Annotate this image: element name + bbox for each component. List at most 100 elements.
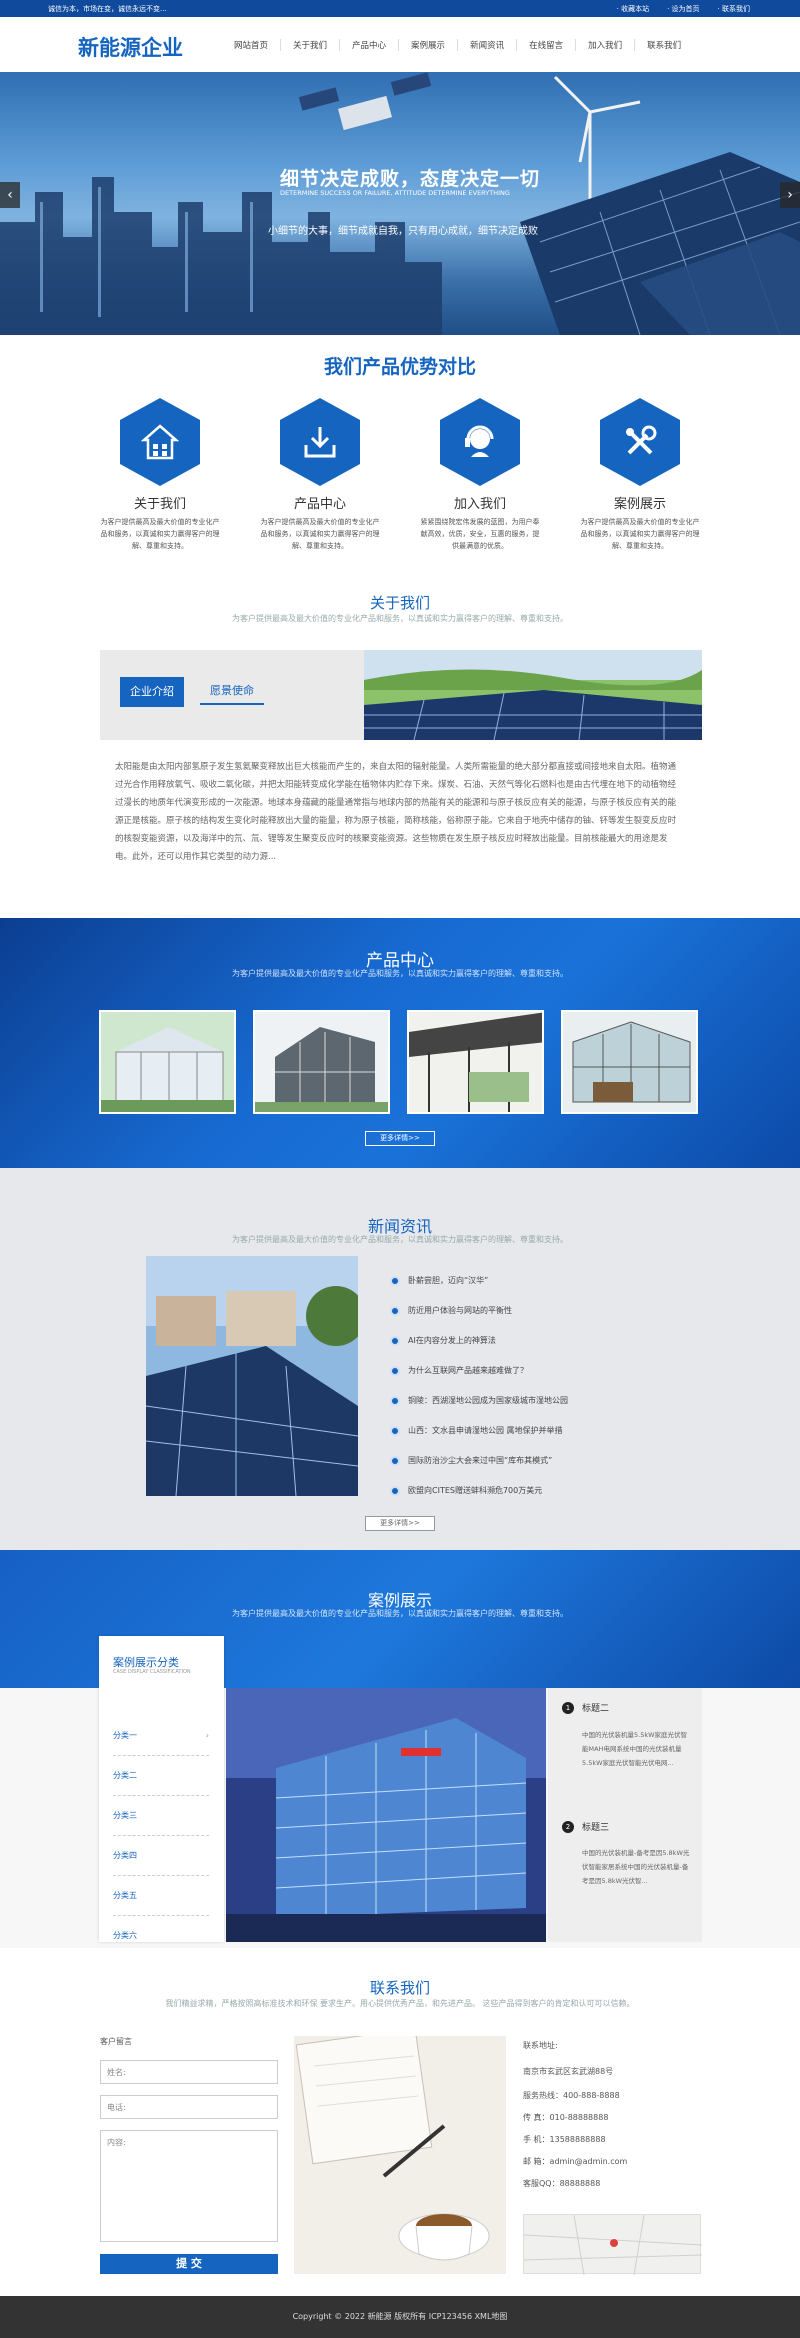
- logo[interactable]: 新能源企业: [78, 32, 183, 62]
- news-item[interactable]: 卧薪尝胆，迈向“汉华”: [390, 1275, 488, 1286]
- product-subtitle: 为客户提供最高及最大价值的专业化产品和服务，以真诚和实力赢得客户的理解、尊重和支…: [232, 969, 568, 978]
- phone-placeholder: 电话:: [107, 2103, 126, 2112]
- nav-contact[interactable]: 联系我们: [634, 39, 693, 51]
- product-image[interactable]: [253, 1010, 390, 1114]
- product-image[interactable]: [561, 1010, 698, 1114]
- bullet-icon: [390, 1275, 400, 1286]
- news-item-title: 山西：文水县申请湿地公园 属地保护并举措: [408, 1426, 563, 1435]
- tab-vision[interactable]: 愿景使命: [200, 677, 264, 705]
- set-homepage-link[interactable]: · 设为首页: [667, 4, 699, 14]
- case-category-item[interactable]: 分类四: [113, 1836, 209, 1876]
- product-more-button[interactable]: 更多详情>>: [365, 1131, 435, 1146]
- nav-join[interactable]: 加入我们: [575, 39, 634, 51]
- about-solar-image: [364, 650, 702, 740]
- contact-mobile: 手 机：13588888888: [523, 2135, 606, 2144]
- news-item[interactable]: 铜陵：西湖湿地公园成为国家级城市湿地公园: [390, 1395, 568, 1406]
- product-image[interactable]: [99, 1010, 236, 1114]
- news-item[interactable]: 山西：文水县申请湿地公园 属地保护并举措: [390, 1425, 563, 1436]
- building-icon: [120, 398, 200, 486]
- news-item-title: 欧盟向CITES赠送蚌科濒危700万美元: [408, 1486, 543, 1495]
- advantage-card-cases[interactable]: 案例展示 为客户提供最高及最大价值的专业化产品和服务，以真诚和实力赢得客户的理解…: [580, 398, 700, 552]
- tab-company-intro[interactable]: 企业介绍: [120, 677, 184, 707]
- content-placeholder: 内容:: [107, 2138, 126, 2147]
- contact-email[interactable]: 邮 箱：admin@admin.com: [523, 2156, 627, 2167]
- about-text: 太阳能是由太阳内部氢原子发生氢氦聚变释放出巨大核能而产生的，来自太阳的辐射能量。…: [115, 762, 677, 862]
- case-category-label: 分类四: [113, 1851, 137, 1860]
- nav-about[interactable]: 关于我们: [280, 39, 339, 51]
- name-field[interactable]: 姓名:: [100, 2060, 278, 2084]
- main-nav: 网站首页 关于我们 产品中心 案例展示 新闻资讯 在线留言 加入我们 联系我们: [222, 39, 693, 51]
- news-subtitle: 为客户提供最高及最大价值的专业化产品和服务，以真诚和实力赢得客户的理解、尊重和支…: [232, 1235, 568, 1244]
- product-image[interactable]: [407, 1010, 544, 1114]
- news-item[interactable]: 欧盟向CITES赠送蚌科濒危700万美元: [390, 1485, 542, 1496]
- news-item-title: AI在内容分发上的神算法: [408, 1336, 496, 1345]
- advantage-title: 产品中心: [293, 497, 346, 512]
- case-category-item[interactable]: 分类三: [113, 1796, 209, 1836]
- case-entry-desc: 中国的光伏装机量5.5kW家庭光伏智能MAH电网系统中国的光伏装机量5.5kW家…: [582, 1731, 688, 1767]
- case-category-sidebar: 案例展示分类 CASE DISPLAY CLASSIFICATION 分类一 › …: [99, 1636, 224, 1942]
- case-category-item[interactable]: 分类五: [113, 1876, 209, 1916]
- nav-home[interactable]: 网站首页: [222, 39, 280, 51]
- nav-cases[interactable]: 案例展示: [398, 39, 457, 51]
- advantages-title: 我们产品优势对比: [323, 356, 476, 378]
- case-entry[interactable]: 1 标题二: [562, 1701, 609, 1714]
- name-placeholder: 姓名:: [107, 2068, 126, 2077]
- submit-button[interactable]: 提 交: [100, 2254, 278, 2274]
- advantage-card-join[interactable]: 加入我们 紧紧围绕院宏伟发展的蓝图，为用户奉献高效，优质，安全，互惠的服务，提供…: [420, 398, 540, 552]
- case-category-label: 分类三: [113, 1811, 137, 1820]
- bookmark-link[interactable]: · 收藏本站: [617, 4, 649, 14]
- footer-copyright: Copyright © 2022 新能源 版权所有 ICP123456 XML地…: [292, 2312, 508, 2321]
- headset-icon: [440, 398, 520, 486]
- contact-hotline: 服务热线：400-888-8888: [523, 2091, 620, 2100]
- case-category-item[interactable]: 分类六: [113, 1916, 209, 1956]
- case-category-item[interactable]: 分类二: [113, 1756, 209, 1796]
- advantage-card-products[interactable]: 产品中心 为客户提供最高及最大价值的专业化产品和服务，以真诚和实力赢得客户的理解…: [260, 398, 380, 552]
- case-building-image[interactable]: [226, 1688, 546, 1942]
- nav-message[interactable]: 在线留言: [516, 39, 575, 51]
- content-field[interactable]: 内容:: [100, 2130, 278, 2242]
- banner-prev-button[interactable]: ‹: [0, 182, 20, 208]
- banner-headline: 细节决定成败，态度决定一切: [280, 168, 541, 190]
- nav-products[interactable]: 产品中心: [339, 39, 398, 51]
- bullet-icon: [390, 1305, 400, 1316]
- contact-office-image: [294, 2036, 506, 2274]
- nav-news[interactable]: 新闻资讯: [457, 39, 516, 51]
- top-links: · 收藏本站 · 设为首页 · 联系我们: [617, 4, 750, 14]
- news-item-title: 卧薪尝胆，迈向“汉华”: [408, 1276, 489, 1285]
- tools-icon: [600, 398, 680, 486]
- news-item[interactable]: AI在内容分发上的神算法: [390, 1335, 496, 1346]
- contact-link[interactable]: · 联系我们: [718, 4, 750, 14]
- case-entry-title: 标题三: [582, 1823, 610, 1833]
- form-title: 客户留言: [100, 2037, 132, 2046]
- case-entry-number: 2: [562, 1820, 574, 1833]
- advantage-desc: 为客户提供最高及最大价值的专业化产品和服务，以真诚和实力赢得客户的理解、尊重和支…: [260, 518, 380, 550]
- news-item[interactable]: 为什么互联网产品越来越难做了？: [390, 1365, 528, 1376]
- news-more-button[interactable]: 更多详情>>: [365, 1516, 435, 1531]
- top-bar: 诚信为本，市场在变，诚信永远不变... · 收藏本站 · 设为首页 · 联系我们: [0, 0, 800, 17]
- advantage-title: 加入我们: [453, 497, 506, 512]
- map-image[interactable]: [523, 2214, 703, 2276]
- chevron-left-icon: ‹: [7, 187, 13, 203]
- banner-tagline: 小细节的大事，细节成就自我，只有用心成就，细节决定成败: [268, 226, 538, 237]
- case-entry[interactable]: 2 标题三: [562, 1820, 609, 1833]
- slogan: 诚信为本，市场在变，诚信永远不变...: [48, 5, 167, 13]
- bullet-icon: [390, 1485, 400, 1496]
- news-item-title: 为什么互联网产品越来越难做了？: [408, 1366, 528, 1375]
- case-entry-number: 1: [562, 1701, 574, 1714]
- contact-subtitle: 我们精益求精，严格按照高标准技术和环保 要求生产。用心提供优秀产品，和先进产品。…: [165, 1999, 635, 2008]
- hero-banner: 细节决定成败，态度决定一切 DETERMINE SUCCESS OR FAILU…: [0, 72, 800, 335]
- advantage-desc: 为客户提供最高及最大价值的专业化产品和服务，以真诚和实力赢得客户的理解、尊重和支…: [580, 518, 700, 550]
- case-category-item[interactable]: 分类一 ›: [113, 1716, 209, 1756]
- case-entry-title: 标题二: [582, 1704, 610, 1714]
- bullet-icon: [390, 1455, 400, 1466]
- phone-field[interactable]: 电话:: [100, 2095, 278, 2119]
- about-subtitle: 为客户提供最高及最大价值的专业化产品和服务，以真诚和实力赢得客户的理解、尊重和支…: [232, 614, 568, 623]
- about-title: 关于我们: [369, 594, 430, 612]
- banner-next-button[interactable]: ›: [780, 182, 800, 208]
- advantage-card-about[interactable]: 关于我们 为客户提供最高及最大价值的专业化产品和服务，以真诚和实力赢得客户的理解…: [100, 398, 220, 552]
- case-category-title: 案例展示分类: [113, 1656, 179, 1669]
- news-item[interactable]: 防近用户体验与网站的平衡性: [390, 1305, 512, 1316]
- contact-fax: 传 真：010-88888888: [523, 2113, 609, 2122]
- advantage-title: 案例展示: [613, 497, 666, 512]
- news-item[interactable]: 国际防治沙尘大会来过中国“库布其模式”: [390, 1455, 552, 1466]
